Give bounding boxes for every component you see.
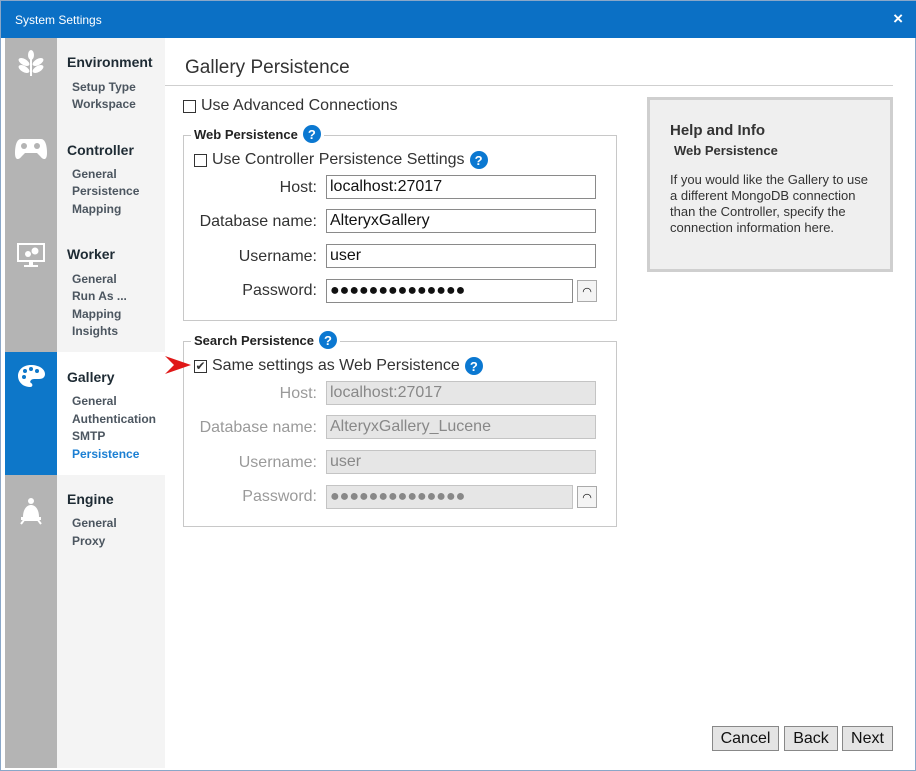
help-subtitle: Web Persistence bbox=[674, 143, 778, 158]
nav-item-controller-mapping[interactable]: Mapping bbox=[72, 202, 121, 216]
red-arrow-pointer-icon bbox=[165, 356, 191, 374]
database-name-input[interactable] bbox=[326, 209, 596, 233]
nav-section-gallery: Gallery General Authentication SMTP Pers… bbox=[5, 352, 165, 475]
help-text: If you would like the Gallery to use a d… bbox=[670, 172, 868, 235]
help-icon[interactable]: ? bbox=[464, 357, 483, 375]
gamepad-icon bbox=[5, 126, 57, 231]
nav-section-engine: Engine General Proxy bbox=[5, 485, 165, 767]
nav-item-setup-type[interactable]: Setup Type bbox=[72, 80, 136, 94]
monitor-gears-icon bbox=[5, 231, 57, 352]
nav-heading-environment[interactable]: Environment bbox=[67, 54, 153, 70]
nav-item-worker-mapping[interactable]: Mapping bbox=[72, 307, 121, 321]
nav-item-engine-general[interactable]: General bbox=[72, 516, 117, 530]
checkbox-checked[interactable]: ✔ bbox=[194, 359, 207, 373]
nav-item-gallery-persistence[interactable]: Persistence bbox=[72, 447, 139, 461]
username-input[interactable] bbox=[326, 244, 596, 268]
system-settings-window: System Settings × Environment Setup Type… bbox=[0, 0, 916, 771]
nav-item-worker-general[interactable]: General bbox=[72, 272, 117, 286]
web-persistence-legend: Web Persistence? bbox=[191, 125, 324, 143]
checkbox-box[interactable] bbox=[183, 99, 196, 113]
show-password-icon[interactable]: ◠ bbox=[577, 280, 597, 302]
password-input[interactable] bbox=[326, 279, 573, 303]
checkbox-label: Same settings as Web Persistence bbox=[212, 357, 460, 374]
legend-text: Search Persistence bbox=[194, 332, 314, 348]
nav-section-worker: Worker General Run As ... Mapping Insigh… bbox=[5, 231, 165, 352]
username-label: Username: bbox=[238, 248, 317, 265]
title-bar: System Settings × bbox=[1, 1, 916, 38]
nav-item-worker-insights[interactable]: Insights bbox=[72, 324, 118, 338]
checkbox-label: Use Advanced Connections bbox=[201, 97, 398, 114]
cancel-button[interactable]: Cancel bbox=[712, 726, 779, 751]
search-username-input bbox=[326, 450, 596, 474]
search-password-input bbox=[326, 485, 573, 509]
same-settings-checkbox[interactable]: ✔ Same settings as Web Persistence? bbox=[194, 357, 483, 375]
next-button[interactable]: Next bbox=[842, 726, 893, 751]
locomotive-icon bbox=[5, 485, 57, 767]
use-controller-persistence-checkbox[interactable]: Use Controller Persistence Settings? bbox=[194, 151, 488, 169]
legend-text: Web Persistence bbox=[194, 126, 298, 142]
window-title: System Settings bbox=[15, 13, 102, 27]
page-title: Gallery Persistence bbox=[185, 57, 350, 78]
back-button[interactable]: Back bbox=[784, 726, 838, 751]
checkbox-label: Use Controller Persistence Settings bbox=[212, 151, 465, 168]
host-label: Host: bbox=[279, 179, 317, 196]
search-database-name-label: Database name: bbox=[199, 419, 317, 436]
help-title: Help and Info bbox=[670, 122, 765, 139]
help-icon[interactable]: ? bbox=[302, 125, 321, 143]
nav-heading-controller[interactable]: Controller bbox=[67, 142, 134, 158]
nav-item-gallery-general[interactable]: General bbox=[72, 394, 117, 408]
nav-heading-gallery[interactable]: Gallery bbox=[67, 369, 114, 385]
nav-item-controller-general[interactable]: General bbox=[72, 167, 117, 181]
use-advanced-connections-checkbox[interactable]: Use Advanced Connections bbox=[183, 97, 398, 115]
help-icon[interactable]: ? bbox=[318, 331, 337, 349]
nav-item-engine-proxy[interactable]: Proxy bbox=[72, 534, 105, 548]
search-host-input bbox=[326, 381, 596, 405]
host-input[interactable] bbox=[326, 175, 596, 199]
show-search-password-icon[interactable]: ◠ bbox=[577, 486, 597, 508]
nav-section-environment: Environment Setup Type Workspace bbox=[5, 38, 165, 126]
password-label: Password: bbox=[242, 282, 317, 299]
plant-icon bbox=[5, 38, 57, 126]
search-host-label: Host: bbox=[279, 385, 317, 402]
close-button[interactable]: × bbox=[893, 9, 903, 29]
search-username-label: Username: bbox=[238, 454, 317, 471]
nav-item-workspace[interactable]: Workspace bbox=[72, 97, 136, 111]
title-divider bbox=[165, 85, 893, 86]
search-password-label: Password: bbox=[242, 488, 317, 505]
nav-heading-engine[interactable]: Engine bbox=[67, 491, 114, 507]
palette-icon bbox=[5, 352, 57, 475]
nav-item-gallery-authentication[interactable]: Authentication bbox=[72, 412, 156, 426]
nav-item-worker-run-as[interactable]: Run As ... bbox=[72, 289, 127, 303]
database-name-label: Database name: bbox=[199, 213, 317, 230]
search-database-name-input bbox=[326, 415, 596, 439]
help-icon[interactable]: ? bbox=[469, 151, 488, 169]
nav-item-controller-persistence[interactable]: Persistence bbox=[72, 184, 139, 198]
nav-item-gallery-smtp[interactable]: SMTP bbox=[72, 429, 105, 443]
nav-heading-worker[interactable]: Worker bbox=[67, 246, 115, 262]
search-persistence-legend: Search Persistence? bbox=[191, 331, 340, 349]
checkbox-box[interactable] bbox=[194, 153, 207, 167]
help-panel: Help and Info Web Persistence If you wou… bbox=[647, 97, 893, 272]
nav-section-controller: Controller General Persistence Mapping bbox=[5, 126, 165, 231]
